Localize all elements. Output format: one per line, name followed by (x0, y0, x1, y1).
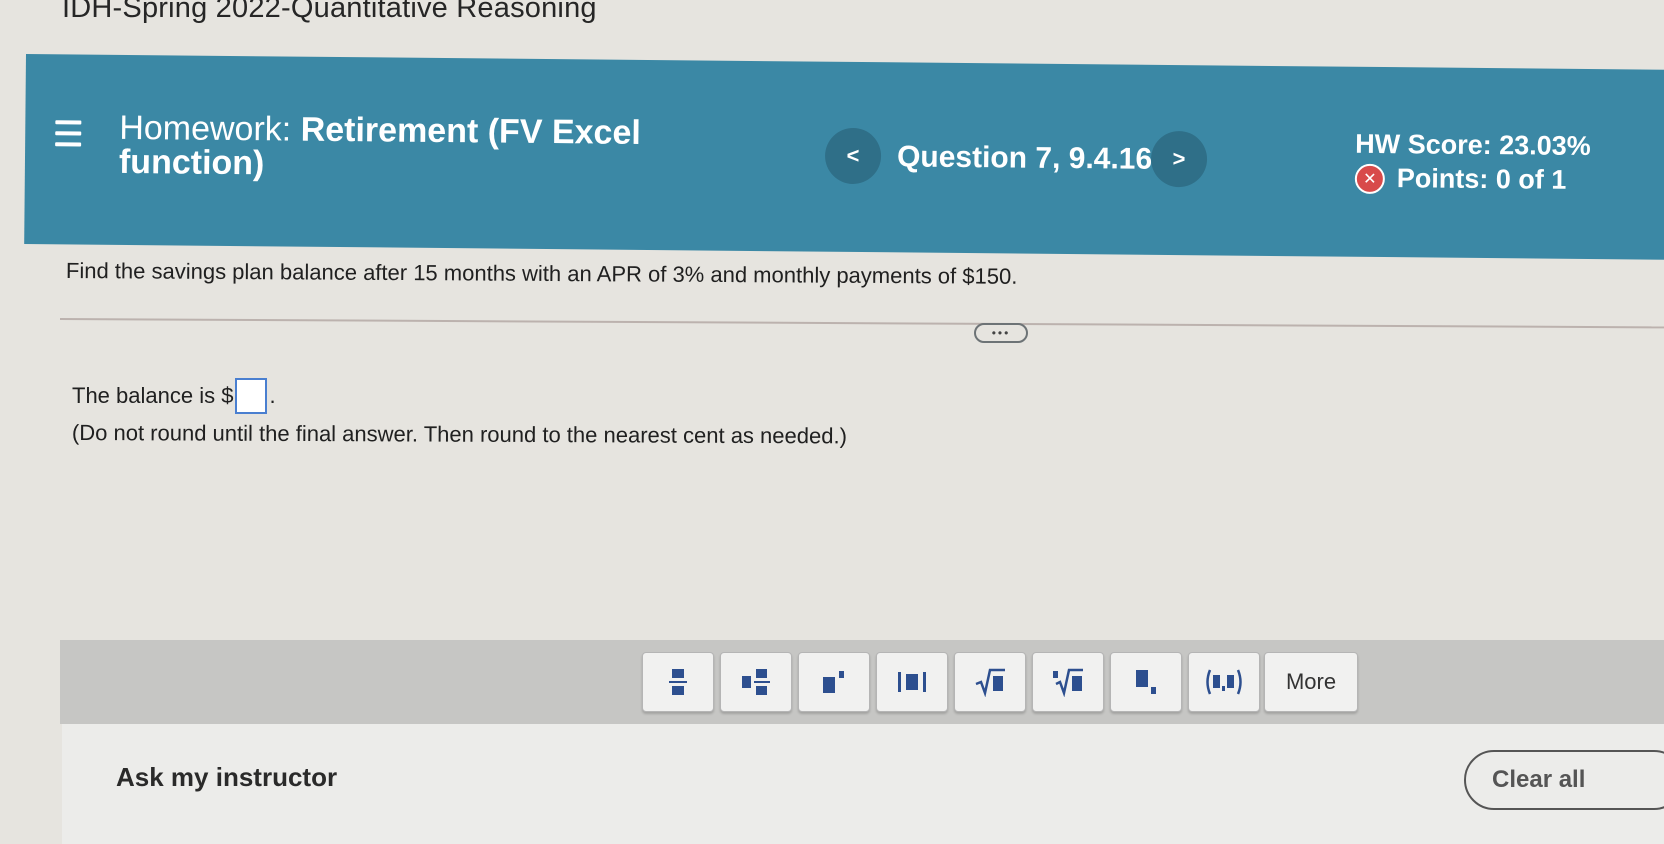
math-toolbar: More (60, 640, 1664, 724)
square-root-tool-button[interactable] (954, 652, 1026, 712)
subscript-tool-button[interactable] (1110, 652, 1182, 712)
absolute-value-icon (898, 672, 926, 692)
answer-input[interactable] (235, 378, 268, 414)
answer-line: The balance is $ . (72, 378, 276, 414)
points-status: ✕ Points: 0 of 1 (1354, 163, 1567, 196)
subscript-icon (1136, 670, 1156, 694)
nth-root-icon (1053, 668, 1083, 697)
rounding-hint: (Do not round until the final answer. Th… (71, 420, 847, 449)
ask-instructor-link[interactable]: Ask my instructor (116, 762, 337, 793)
exponent-tool-button[interactable] (798, 652, 870, 712)
question-text: Find the savings plan balance after 15 m… (65, 258, 1018, 289)
hw-score: HW Score: 23.03% (1355, 128, 1591, 162)
answer-suffix: . (269, 383, 276, 408)
question-label: Question 7, 9.4.16 (896, 140, 1153, 176)
nth-root-tool-button[interactable] (1032, 652, 1104, 712)
homework-header: Homework: Retirement (FV Excel function)… (24, 54, 1664, 260)
clear-all-button[interactable]: Clear all (1464, 750, 1664, 810)
previous-question-button[interactable]: < (824, 127, 882, 185)
ordered-pair-tool-button[interactable] (1188, 652, 1260, 712)
square-root-icon (975, 668, 1005, 697)
exponent-icon (823, 671, 844, 693)
homework-title: Homework: Retirement (FV Excel function) (119, 109, 680, 184)
chevron-right-icon: > (1172, 146, 1186, 172)
answer-prefix: The balance is $ (72, 383, 234, 408)
divider (59, 318, 1664, 329)
next-question-button[interactable]: > (1150, 130, 1208, 188)
fraction-tool-button[interactable] (642, 652, 714, 712)
absolute-value-tool-button[interactable] (876, 652, 948, 712)
course-title: IDH-Spring 2022-Quantitative Reasoning (62, 0, 597, 24)
mixed-number-icon (742, 669, 770, 695)
expand-more-button[interactable]: ••• (974, 323, 1028, 343)
more-tools-button[interactable]: More (1264, 652, 1358, 712)
fraction-icon (669, 669, 687, 695)
ordered-pair-icon (1206, 669, 1242, 695)
mixed-number-tool-button[interactable] (720, 652, 792, 712)
x-circle-icon: ✕ (1354, 163, 1386, 194)
points-text: Points: 0 of 1 (1396, 163, 1567, 195)
chevron-left-icon: < (846, 142, 860, 169)
hamburger-menu-icon[interactable] (55, 120, 82, 148)
